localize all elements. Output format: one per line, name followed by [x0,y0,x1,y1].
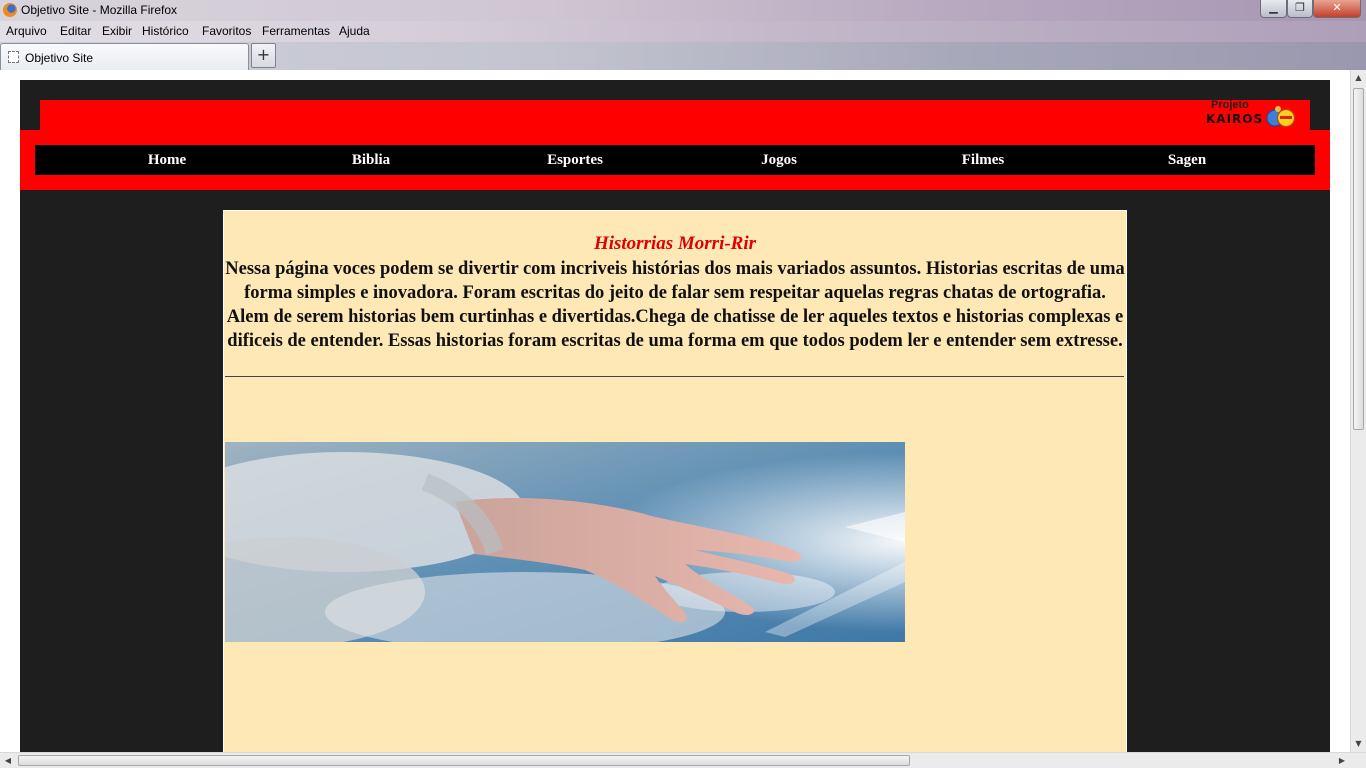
menu-editar[interactable]: Editar [60,24,91,38]
menu-ferramentas[interactable]: Ferramentas [262,24,330,38]
site-header [40,100,1310,130]
nav-biblia[interactable]: Biblia [281,145,461,175]
divider [225,376,1124,377]
horizontal-scrollbar[interactable]: ◀ ▶ [0,752,1366,768]
page-icon [8,51,19,63]
logo-line2: KAIROS [1206,112,1264,126]
vertical-scroll-thumb[interactable] [1353,88,1364,430]
scroll-right-icon[interactable]: ▶ [1334,753,1350,768]
page-viewport: Projeto KAIROS Home Biblia Esportes Jogo… [10,70,1350,752]
scroll-left-icon[interactable]: ◀ [0,753,16,768]
menu-historico[interactable]: Histórico [142,24,189,38]
nav-jogos[interactable]: Jogos [689,145,869,175]
menubar: Arquivo Editar Exibir Histórico Favorito… [0,21,1366,42]
logo-globe-icon [1266,106,1296,128]
horizontal-scroll-thumb[interactable] [18,755,910,766]
hand-in-clouds-image [225,442,905,642]
scroll-down-icon[interactable]: ▼ [1351,736,1366,752]
window-title: Objetivo Site - Mozilla Firefox [21,3,178,17]
vertical-scrollbar[interactable]: ▲ ▼ [1350,70,1366,752]
menu-favoritos[interactable]: Favoritos [202,24,251,38]
nav-esportes[interactable]: Esportes [485,145,665,175]
menu-arquivo[interactable]: Arquivo [6,24,47,38]
site-nav: Home Biblia Esportes Jogos Filmes Sagen [35,145,1315,175]
menu-exibir[interactable]: Exibir [102,24,132,38]
firefox-icon [3,3,17,17]
minimize-button[interactable]: ▁ [1260,0,1287,18]
maximize-button[interactable]: ❐ [1287,0,1313,18]
new-tab-button[interactable]: + [251,43,276,68]
content-panel: Historrias Morri-Rir Nessa página voces … [223,210,1127,752]
close-button[interactable]: ✕ [1313,0,1361,18]
scroll-up-icon[interactable]: ▲ [1351,70,1366,86]
nav-sagen[interactable]: Sagen [1097,145,1277,175]
projeto-kairos-logo[interactable]: Projeto KAIROS [1203,98,1303,132]
menu-ajuda[interactable]: Ajuda [339,24,370,38]
nav-home[interactable]: Home [77,145,257,175]
logo-line1: Projeto [1211,99,1249,111]
tabbar: Objetivo Site [0,42,1366,70]
tab-objetivo-site[interactable]: Objetivo Site [0,43,249,70]
content-body: Nessa página voces podem se divertir com… [225,259,1125,351]
window-titlebar: Objetivo Site - Mozilla Firefox ▁ ❐ ✕ [0,0,1366,21]
tab-label: Objetivo Site [25,51,94,65]
nav-filmes[interactable]: Filmes [893,145,1073,175]
content-title: Historrias Morri-Rir [593,233,757,254]
